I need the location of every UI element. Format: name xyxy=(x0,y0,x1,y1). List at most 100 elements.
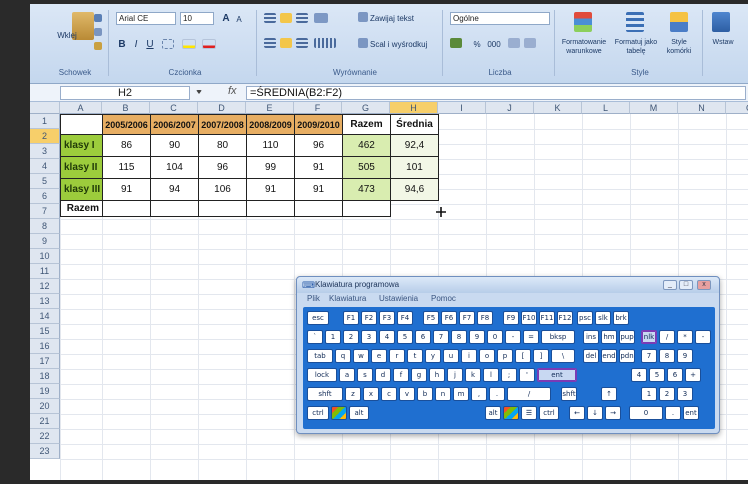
key-ent[interactable]: ent xyxy=(683,406,699,420)
key-ins[interactable]: ins xyxy=(583,330,599,344)
total-cell[interactable] xyxy=(342,200,391,217)
key-v[interactable]: v xyxy=(399,387,415,401)
italic-button[interactable]: I xyxy=(130,38,142,50)
key-f1[interactable]: F1 xyxy=(343,311,359,325)
minimize-button[interactable]: _ xyxy=(663,280,677,290)
key-f[interactable]: f xyxy=(393,368,409,382)
key-4[interactable]: 4 xyxy=(379,330,395,344)
wrap-text-button[interactable]: Zawijaj tekst xyxy=(370,12,426,24)
key-w[interactable]: w xyxy=(353,349,369,363)
avg-cell[interactable]: 94,6 xyxy=(390,178,439,201)
key-f6[interactable]: F6 xyxy=(441,311,457,325)
conditional-formatting-icon[interactable] xyxy=(574,12,592,32)
key-q[interactable]: q xyxy=(335,349,351,363)
class-label-cell[interactable]: klasy II xyxy=(60,156,103,179)
key-c[interactable]: c xyxy=(381,387,397,401)
key-i[interactable]: i xyxy=(461,349,477,363)
key-3[interactable]: 3 xyxy=(361,330,377,344)
key-down[interactable]: ↓ xyxy=(587,406,603,420)
key-shft[interactable]: shft xyxy=(561,387,577,401)
key-5[interactable]: 5 xyxy=(397,330,413,344)
row-header-23[interactable]: 23 xyxy=(30,444,60,459)
key-x[interactable]: x xyxy=(363,387,379,401)
key-m[interactable]: m xyxy=(453,387,469,401)
row-header-18[interactable]: 18 xyxy=(30,369,60,384)
orientation-icon[interactable] xyxy=(314,13,328,23)
key-2[interactable]: 2 xyxy=(343,330,359,344)
key-7[interactable]: 7 xyxy=(641,349,657,363)
merge-center-button[interactable]: Scal i wyśrodkuj xyxy=(370,38,436,50)
key-tab[interactable]: tab xyxy=(307,349,333,363)
key-nlk[interactable]: nlk xyxy=(641,330,657,344)
value-cell[interactable]: 110 xyxy=(246,134,295,157)
key-semicolon[interactable]: ; xyxy=(501,368,517,382)
year-header-cell[interactable]: 2007/2008 xyxy=(198,114,247,135)
sum-header-cell[interactable]: Razem xyxy=(342,114,391,135)
key-esc[interactable]: esc xyxy=(307,311,329,325)
key-k[interactable]: k xyxy=(465,368,481,382)
total-label-cell[interactable]: Razem xyxy=(60,200,103,217)
value-cell[interactable]: 91 xyxy=(102,178,151,201)
key-win[interactable] xyxy=(331,406,347,420)
key-slk[interactable]: slk xyxy=(595,311,611,325)
maximize-button[interactable]: □ xyxy=(679,280,693,290)
key-alt[interactable]: alt xyxy=(485,406,501,420)
menu-file[interactable]: Plik xyxy=(307,294,320,303)
key-7[interactable]: 7 xyxy=(433,330,449,344)
column-header-j[interactable]: J xyxy=(486,102,534,114)
key-y[interactable]: y xyxy=(425,349,441,363)
key-hm[interactable]: hm xyxy=(601,330,617,344)
value-cell[interactable]: 104 xyxy=(150,156,199,179)
row-header-1[interactable]: 1 xyxy=(30,114,60,129)
sum-cell[interactable]: 473 xyxy=(342,178,391,201)
total-cell[interactable] xyxy=(246,200,295,217)
align-left-icon[interactable] xyxy=(264,38,276,48)
chevron-down-icon[interactable] xyxy=(196,90,202,94)
key-right[interactable]: → xyxy=(605,406,621,420)
value-cell[interactable]: 90 xyxy=(150,134,199,157)
shrink-font-button[interactable]: A xyxy=(234,13,244,25)
key-f10[interactable]: F10 xyxy=(521,311,537,325)
align-center-icon[interactable] xyxy=(280,38,292,48)
value-cell[interactable]: 106 xyxy=(198,178,247,201)
year-header-cell[interactable]: 2006/2007 xyxy=(150,114,199,135)
align-right-icon[interactable] xyxy=(296,38,308,48)
key-left[interactable]: ← xyxy=(569,406,585,420)
insert-function-button[interactable]: fx xyxy=(228,85,237,97)
row-header-22[interactable]: 22 xyxy=(30,429,60,444)
wrap-text-icon[interactable] xyxy=(358,12,368,22)
column-header-f[interactable]: F xyxy=(294,102,342,114)
key-menu[interactable]: ☰ xyxy=(521,406,537,420)
key-f9[interactable]: F9 xyxy=(503,311,519,325)
on-screen-keyboard-window[interactable]: ⌨ Klawiatura programowa _ □ x Plik Klawi… xyxy=(296,276,720,434)
key-8[interactable]: 8 xyxy=(659,349,675,363)
avg-header-cell[interactable]: Średnia xyxy=(390,114,439,135)
key-shft[interactable]: shft xyxy=(307,387,343,401)
key-1[interactable]: 1 xyxy=(325,330,341,344)
class-label-cell[interactable]: klasy I xyxy=(60,134,103,157)
row-header-9[interactable]: 9 xyxy=(30,234,60,249)
formula-input[interactable]: =ŚREDNIA(B2:F2) xyxy=(246,86,746,100)
key-h[interactable]: h xyxy=(429,368,445,382)
align-bottom-icon[interactable] xyxy=(296,13,308,23)
merge-center-icon[interactable] xyxy=(358,38,368,48)
total-cell[interactable] xyxy=(102,200,151,217)
column-header-g[interactable]: G xyxy=(342,102,390,114)
value-cell[interactable]: 91 xyxy=(294,156,343,179)
column-header-l[interactable]: L xyxy=(582,102,630,114)
align-middle-icon[interactable] xyxy=(280,13,292,23)
close-button[interactable]: x xyxy=(697,280,711,290)
key-pdn[interactable]: pdn xyxy=(619,349,635,363)
align-top-icon[interactable] xyxy=(264,13,276,23)
sum-cell[interactable]: 462 xyxy=(342,134,391,157)
key-u[interactable]: u xyxy=(443,349,459,363)
row-header-11[interactable]: 11 xyxy=(30,264,60,279)
row-header-15[interactable]: 15 xyxy=(30,324,60,339)
name-box[interactable]: H2 xyxy=(60,86,190,100)
format-as-table-icon[interactable] xyxy=(626,12,644,32)
row-header-2[interactable]: 2 xyxy=(30,129,60,144)
key-f7[interactable]: F7 xyxy=(459,311,475,325)
key-9[interactable]: 9 xyxy=(677,349,693,363)
key-2[interactable]: 2 xyxy=(659,387,675,401)
value-cell[interactable]: 91 xyxy=(246,178,295,201)
